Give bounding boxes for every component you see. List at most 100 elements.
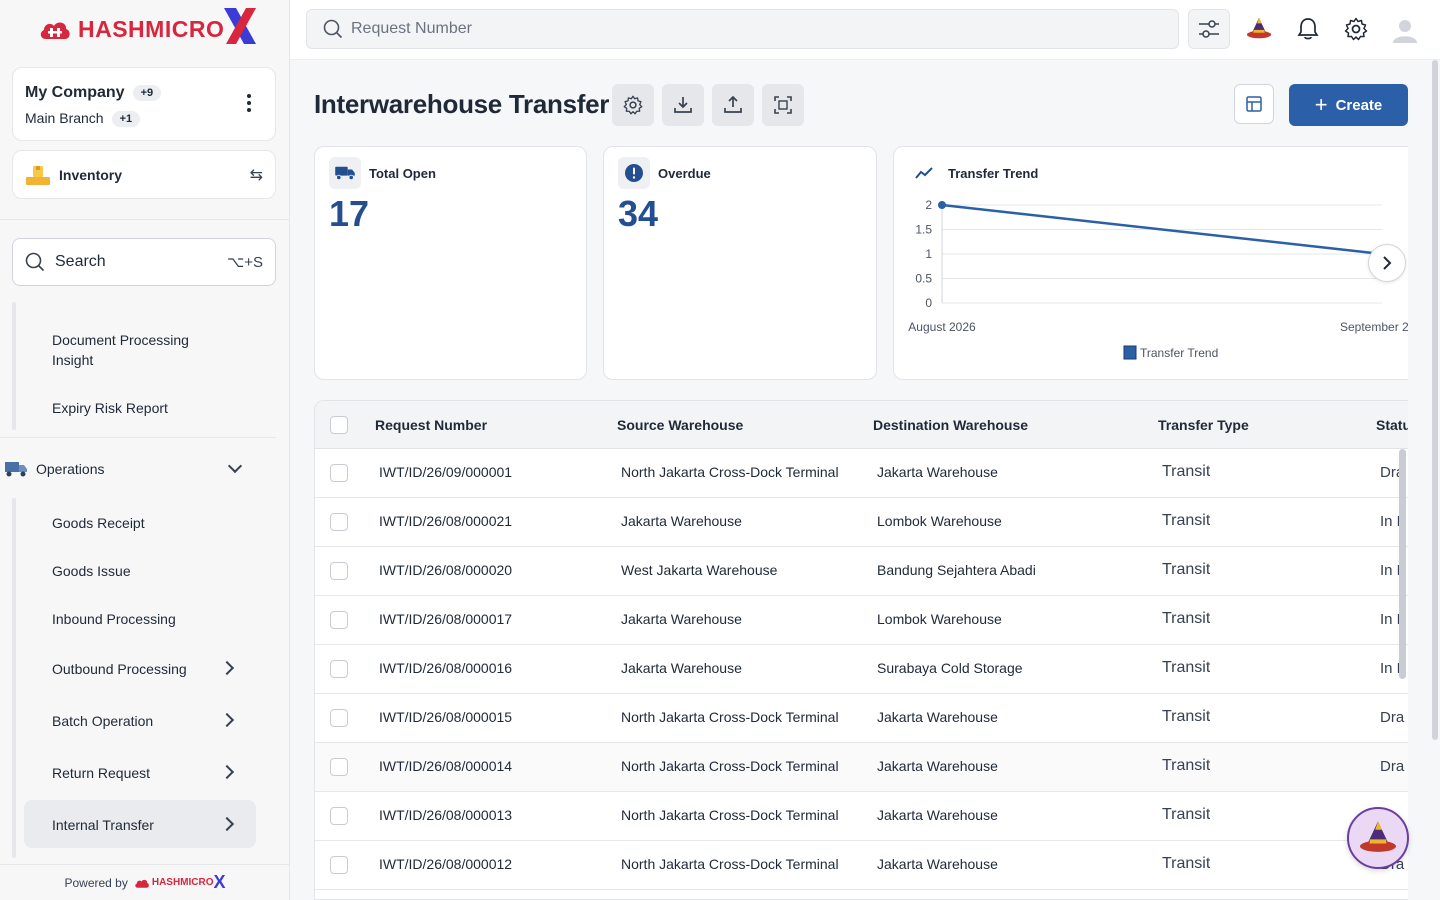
nav-item-outbound-processing[interactable]: Outbound Processing xyxy=(52,659,232,679)
series-line xyxy=(941,203,1383,256)
top-bar xyxy=(290,0,1440,60)
table-row[interactable]: IWT/ID/26/08/000012 North Jakarta Cross-D… xyxy=(315,841,1408,890)
row-checkbox[interactable] xyxy=(330,660,348,678)
row-checkbox[interactable] xyxy=(330,611,348,629)
nav-item-return-request[interactable]: Return Request xyxy=(52,763,232,783)
divider xyxy=(0,437,276,438)
nav-section-operations[interactable]: Operations xyxy=(0,452,276,486)
cell-request-number: IWT/ID/26/08/000014 xyxy=(379,758,513,774)
wizard-hat-icon xyxy=(1360,821,1396,852)
view-toggle-button[interactable] xyxy=(1234,84,1274,124)
truck-icon xyxy=(5,462,27,477)
table-row[interactable]: IWT/ID/26/09/000001 North Jakarta Cross-D… xyxy=(315,449,1408,498)
nav-item-expiry-risk-report[interactable]: Expiry Risk Report xyxy=(52,398,232,418)
cell-transfer-type: Transit xyxy=(1162,561,1211,578)
sidebar: HASHMICRO My Company +9 Main Branch +1 Inv… xyxy=(0,0,290,900)
nav-item-internal-transfer[interactable]: Internal Transfer xyxy=(52,815,232,835)
global-search[interactable] xyxy=(306,9,1179,49)
table-row[interactable]: IWT/ID/26/08/000014 North Jakarta Cross-D… xyxy=(315,743,1408,792)
cell-source-warehouse: West Jakarta Warehouse xyxy=(621,562,778,578)
kpi-card-total-open[interactable]: Total Open 17 xyxy=(314,146,587,380)
nav-item-goods-issue[interactable]: Goods Issue xyxy=(52,561,232,581)
main-content: Interwarehouse Transfer + Create Total O… xyxy=(290,61,1440,900)
column-header-source-warehouse[interactable]: Source Warehouse xyxy=(617,417,743,433)
hashmicro-logo[interactable]: HASHMICRO xyxy=(38,7,258,50)
scan-button[interactable] xyxy=(762,84,804,126)
column-header-request-number[interactable]: Request Number xyxy=(375,417,487,433)
truck-icon xyxy=(329,157,361,189)
cell-destination-warehouse: Jakarta Warehouse xyxy=(877,464,998,480)
data-point xyxy=(938,201,946,209)
row-checkbox[interactable] xyxy=(330,562,348,580)
table-row[interactable]: IWT/ID/26/08/000016 Jakarta Warehouse Sura… xyxy=(315,645,1408,694)
download-button[interactable] xyxy=(662,84,704,126)
cell-request-number: IWT/ID/26/08/000020 xyxy=(379,562,513,578)
kpi-label: Overdue xyxy=(658,165,711,181)
nav-item-document-processing-insight[interactable]: Document Processing Insight xyxy=(52,330,232,370)
logo-text: HASHMICRO xyxy=(78,15,225,42)
search-icon xyxy=(25,252,45,272)
table-row[interactable]: IWT/ID/26/08/000015 North Jakarta Cross-D… xyxy=(315,694,1408,743)
more-vertical-icon[interactable] xyxy=(247,94,251,115)
kpi-value: 34 xyxy=(618,193,659,234)
kpi-card-overdue[interactable]: Overdue 34 xyxy=(603,146,877,380)
row-checkbox[interactable] xyxy=(330,464,348,482)
row-checkbox[interactable] xyxy=(330,807,348,825)
module-switcher[interactable]: Inventory ⇆ xyxy=(12,150,276,199)
divider xyxy=(0,219,290,220)
select-all-checkbox[interactable] xyxy=(330,416,348,434)
kpi-label: Total Open xyxy=(369,165,436,181)
company-switcher[interactable]: My Company +9 Main Branch +1 xyxy=(12,67,276,141)
inventory-icon xyxy=(26,165,50,185)
row-checkbox[interactable] xyxy=(330,856,348,874)
sliders-icon xyxy=(1199,20,1219,38)
column-header-transfer-type[interactable]: Transfer Type xyxy=(1158,417,1249,433)
page-scrollbar[interactable] xyxy=(1432,60,1438,740)
powered-x: X xyxy=(213,872,226,892)
y-tick-label: 0.5 xyxy=(915,272,932,286)
row-checkbox[interactable] xyxy=(330,709,348,727)
swap-icon[interactable]: ⇆ xyxy=(250,165,263,185)
nav-item-goods-receipt[interactable]: Goods Receipt xyxy=(52,513,232,533)
cell-request-number: IWT/ID/26/08/000021 xyxy=(379,513,513,529)
carousel-next-button[interactable] xyxy=(1368,244,1406,282)
company-name: My Company xyxy=(25,84,125,101)
search-input[interactable] xyxy=(351,20,1151,38)
nav-item-batch-operation[interactable]: Batch Operation xyxy=(52,711,232,731)
module-label: Inventory xyxy=(59,166,123,183)
create-label: Create xyxy=(1335,96,1383,114)
table-scrollbar[interactable] xyxy=(1399,449,1406,679)
cell-source-warehouse: North Jakarta Cross-Dock Terminal xyxy=(621,709,839,725)
bell-icon[interactable] xyxy=(1295,16,1321,42)
row-checkbox[interactable] xyxy=(330,758,348,776)
assistant-wizard-icon[interactable] xyxy=(1246,16,1272,42)
gear-icon[interactable] xyxy=(1343,16,1369,42)
cell-request-number: IWT/ID/26/08/000016 xyxy=(379,660,513,676)
create-button[interactable]: + Create xyxy=(1289,84,1408,126)
cell-status: Dra xyxy=(1380,709,1405,726)
nav-item-inbound-processing[interactable]: Inbound Processing xyxy=(52,609,232,629)
filter-button[interactable] xyxy=(1188,9,1230,49)
column-header-destination-warehouse[interactable]: Destination Warehouse xyxy=(873,417,1028,433)
cell-destination-warehouse: Lombok Warehouse xyxy=(877,513,1002,529)
cell-destination-warehouse: Bandung Sejahtera Abadi xyxy=(877,562,1036,578)
powered-by-footer: Powered by HASHMICRO X xyxy=(0,864,290,900)
table-row[interactable]: IWT/ID/26/08/000021 Jakarta Warehouse Lomb… xyxy=(315,498,1408,547)
alert-icon xyxy=(618,157,650,189)
settings-button[interactable] xyxy=(612,84,654,126)
cell-request-number: IWT/ID/26/08/000013 xyxy=(379,807,513,823)
row-checkbox[interactable] xyxy=(330,513,348,531)
table-row[interactable]: IWT/ID/26/08/000020 West Jakarta Warehous… xyxy=(315,547,1408,596)
cell-transfer-type: Transit xyxy=(1162,757,1211,774)
column-header-status[interactable]: Statu xyxy=(1376,417,1408,433)
avatar[interactable] xyxy=(1392,17,1418,43)
upload-button[interactable] xyxy=(712,84,754,126)
menu-search[interactable]: Search ⌥+S xyxy=(12,238,276,286)
cell-source-warehouse: Jakarta Warehouse xyxy=(621,660,742,676)
table-row[interactable]: IWT/ID/26/08/000017 Jakarta Warehouse Lomb… xyxy=(315,596,1408,645)
table-row[interactable]: IWT/ID/26/08/000013 North Jakarta Cross-D… xyxy=(315,792,1408,841)
chevron-right-icon xyxy=(1383,256,1392,270)
cell-destination-warehouse: Jakarta Warehouse xyxy=(877,709,998,725)
gear-icon xyxy=(623,95,643,115)
assistant-fab[interactable] xyxy=(1347,807,1409,869)
